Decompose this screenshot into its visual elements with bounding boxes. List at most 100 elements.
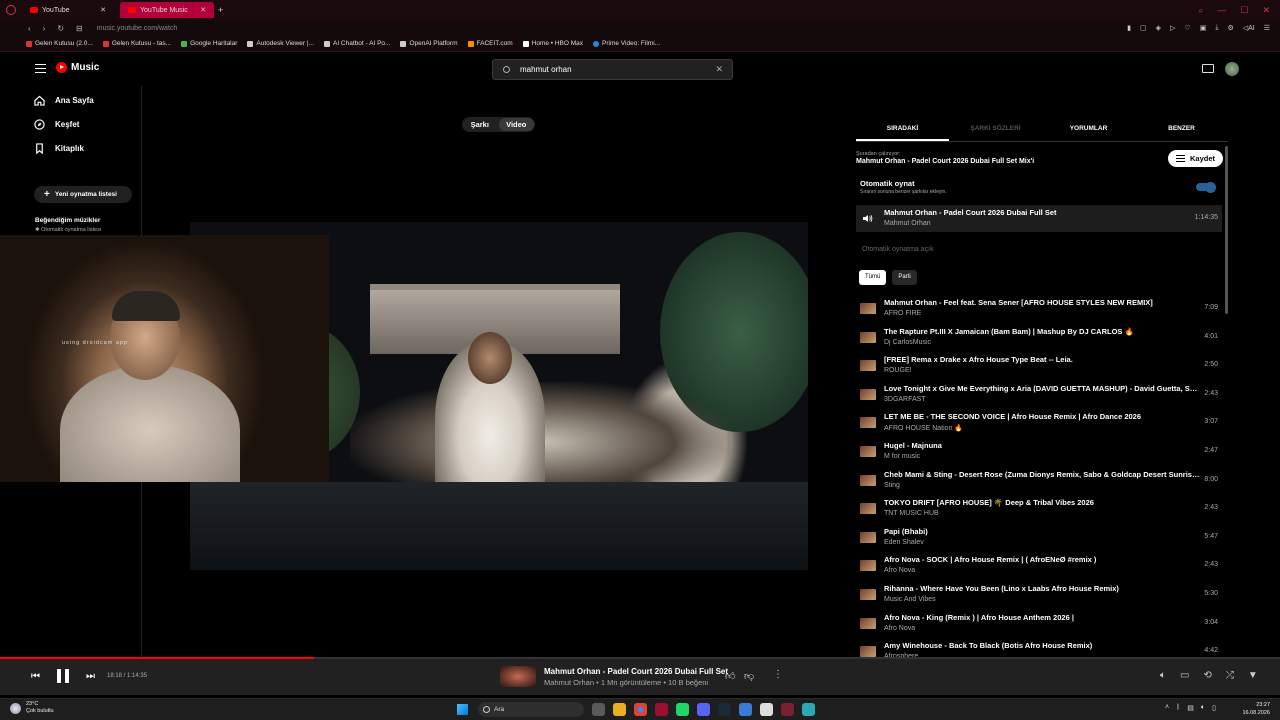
app-icon[interactable]: [802, 703, 815, 716]
next-icon[interactable]: ⏭: [86, 671, 95, 682]
forward-icon[interactable]: ›: [43, 24, 46, 33]
tab-up-next[interactable]: SIRADAKİ: [856, 122, 949, 141]
opera-icon[interactable]: [655, 703, 668, 716]
search-tabs-icon[interactable]: ⌕: [1198, 5, 1203, 16]
discord-icon[interactable]: [697, 703, 710, 716]
search-input[interactable]: [520, 65, 700, 74]
network-icon[interactable]: ▤: [1187, 704, 1194, 712]
sidebar-item-home[interactable]: Ana Sayfa: [34, 95, 94, 106]
wallet-icon[interactable]: ▣: [1200, 24, 1207, 32]
bookmark[interactable]: Google Haritalar: [181, 40, 237, 47]
queue-item[interactable]: TOKYO DRIFT [AFRO HOUSE] 🌴 Deep & Tribal…: [856, 495, 1222, 524]
queue-item[interactable]: Hugel - Majnuna M for music 2:47: [856, 438, 1222, 467]
queue-item[interactable]: Afro Nova - SOCK | Afro House Remix | ( …: [856, 552, 1222, 581]
bookmark[interactable]: Home • HBO Max: [522, 40, 583, 47]
chevron-up-icon[interactable]: ˄: [1165, 704, 1169, 712]
sidebar-item-library[interactable]: Kitaplık: [34, 143, 84, 154]
thumbs-down-icon[interactable]: 👎︎: [744, 670, 754, 682]
chrome-icon[interactable]: [634, 703, 647, 716]
track-title[interactable]: Mahmut Orhan - Padel Court 2026 Dubai Fu…: [544, 667, 728, 676]
battery-icon[interactable]: ▯: [1212, 704, 1216, 712]
windows-start-icon[interactable]: [457, 704, 468, 715]
cast-icon[interactable]: [1202, 64, 1214, 73]
more-options-icon[interactable]: ⋮: [773, 669, 783, 680]
chip-party[interactable]: Parti: [892, 270, 917, 285]
site-info-icon[interactable]: ⊟: [76, 24, 83, 33]
file-explorer-icon[interactable]: [613, 703, 626, 716]
ai-icon[interactable]: ◁AI: [1243, 24, 1255, 32]
tab-related[interactable]: BENZER: [1135, 122, 1228, 141]
browser-app-icon[interactable]: [781, 703, 794, 716]
track-meta[interactable]: Mahmut Orhan • 1 Mn görüntüleme • 10 B b…: [544, 678, 708, 687]
bookmark[interactable]: Gelen Kutusu (2.0...: [26, 40, 93, 47]
chip-all[interactable]: Tümü: [859, 270, 887, 285]
miniplayer-icon[interactable]: ▭: [1180, 670, 1189, 681]
now-playing-row[interactable]: Mahmut Orhan - Padel Court 2026 Dubai Fu…: [856, 205, 1222, 232]
url-field[interactable]: music.youtube.com/watch: [97, 25, 178, 32]
whatsapp-icon[interactable]: [676, 703, 689, 716]
bookmark[interactable]: FACEIT.com: [467, 40, 513, 47]
autoplay-switch[interactable]: [1196, 181, 1216, 193]
shuffle-icon[interactable]: ⤮: [1226, 670, 1234, 681]
volume-icon[interactable]: 🔈︎: [1160, 670, 1166, 681]
bookmark[interactable]: OpenAI Platform: [400, 40, 458, 47]
volume-tray-icon[interactable]: 🔈︎: [1201, 704, 1205, 712]
taskbar-search[interactable]: Ara: [478, 702, 584, 717]
queue-item[interactable]: Mahmut Orhan - Feel feat. Sena Sener [AF…: [856, 295, 1222, 324]
screenshot-icon[interactable]: ▢: [1140, 24, 1147, 32]
minimize-icon[interactable]: —: [1217, 5, 1226, 16]
queue-item[interactable]: Papi (Bhabi) Eden Shalev 5:47: [856, 524, 1222, 553]
steam-icon[interactable]: [718, 703, 731, 716]
heart-icon[interactable]: ♡: [1184, 24, 1190, 32]
panel-scrollbar[interactable]: [1225, 146, 1228, 314]
bookmark[interactable]: Autodesk Viewer |...: [247, 40, 314, 47]
liked-songs-title[interactable]: Beğendiğim müzikler: [35, 217, 100, 224]
extension-icon[interactable]: ▮: [1127, 24, 1131, 32]
reload-icon[interactable]: ↻: [57, 24, 64, 33]
bookmark[interactable]: AI Chatbot - AI Po...: [323, 40, 390, 47]
download-icon[interactable]: ⤓: [1215, 24, 1218, 32]
weather-widget[interactable]: 23°C Çok bulutlu: [10, 701, 54, 715]
notepad-icon[interactable]: [760, 703, 773, 716]
bookmark[interactable]: Gelen Kutusu - tas...: [102, 40, 171, 47]
track-thumbnail[interactable]: [500, 666, 536, 687]
tab-youtube-music[interactable]: YouTube Music ✕: [120, 2, 214, 18]
queue-item[interactable]: The Rapture Pt.III X Jamaican (Bam Bam) …: [856, 324, 1222, 353]
bluetooth-icon[interactable]: ᛒ: [1176, 704, 1180, 712]
queue-item[interactable]: LET ME BE - THE SECOND VOICE | Afro Hous…: [856, 409, 1222, 438]
new-playlist-button[interactable]: + Yeni oynatma listesi: [34, 186, 132, 203]
repeat-icon[interactable]: ⟲: [1203, 670, 1211, 681]
queue-item[interactable]: Rihanna - Where Have You Been (Lino x La…: [856, 581, 1222, 610]
sidebar-item-explore[interactable]: Keşfet: [34, 119, 79, 130]
play-icon[interactable]: ▷: [1170, 24, 1175, 32]
close-window-icon[interactable]: ✕: [1262, 5, 1270, 16]
close-tab-icon[interactable]: ✕: [100, 6, 106, 14]
shield-icon[interactable]: ◈: [1156, 24, 1161, 32]
search-box[interactable]: ✕: [492, 59, 733, 80]
task-view-icon[interactable]: [592, 703, 605, 716]
bookmark[interactable]: Prime Video: Filmi...: [593, 40, 660, 47]
previous-icon[interactable]: ⏮: [31, 671, 40, 682]
queue-item[interactable]: [FREE] Rema x Drake x Afro House Type Be…: [856, 352, 1222, 381]
settings-icon[interactable]: ⚙: [1227, 24, 1233, 32]
back-icon[interactable]: ‹: [28, 24, 31, 33]
toggle-song[interactable]: Şarkı: [462, 118, 498, 131]
tab-youtube[interactable]: YouTube ✕: [22, 2, 114, 18]
queue-item[interactable]: Afro Nova - King (Remix ) | Afro House A…: [856, 610, 1222, 639]
new-tab-button[interactable]: +: [218, 5, 223, 15]
queue-item[interactable]: Cheb Mami & Sting - Desert Rose (Zuma Di…: [856, 467, 1222, 496]
expand-icon[interactable]: ▼: [1248, 670, 1258, 681]
clear-search-icon[interactable]: ✕: [715, 64, 723, 75]
taskbar-clock[interactable]: 23:27 16.08.2026: [1238, 701, 1270, 717]
tab-comments[interactable]: YORUMLAR: [1042, 122, 1135, 141]
ytm-logo[interactable]: Music: [56, 62, 99, 73]
menu-icon[interactable]: ☰: [1264, 24, 1270, 32]
pause-icon[interactable]: [57, 669, 69, 683]
thumbs-up-icon[interactable]: 👍︎: [725, 670, 735, 682]
queue-item[interactable]: Amy Winehouse - Back To Black (Botis Afr…: [856, 638, 1222, 659]
close-tab-icon[interactable]: ✕: [200, 6, 206, 14]
maximize-icon[interactable]: ☐: [1240, 5, 1248, 16]
toggle-video[interactable]: Video: [498, 118, 534, 131]
menu-icon[interactable]: [35, 64, 46, 73]
save-playlist-button[interactable]: Kaydet: [1168, 150, 1223, 167]
